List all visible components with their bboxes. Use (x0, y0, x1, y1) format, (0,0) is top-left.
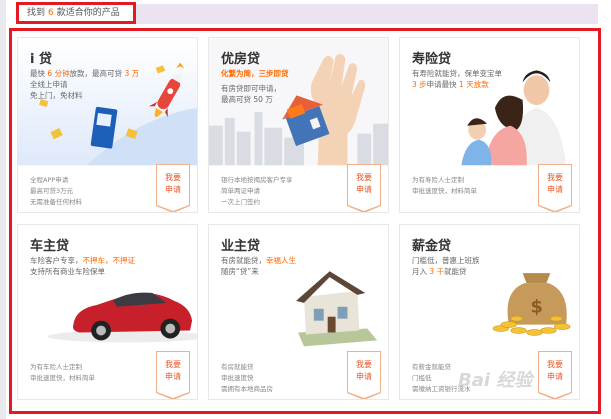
apply-button[interactable]: 我要 申请 (156, 351, 190, 399)
card-title: 优房贷 (221, 52, 261, 67)
svg-text:$: $ (531, 297, 543, 318)
card-features: 银行本地按揭房客户专享 简单两证申请 一次上门签约 (221, 176, 293, 206)
result-prefix: 找到 (27, 8, 46, 18)
card-description: 有寿险就能贷，保单变宝单 3 步申请最快 1 天放款 (412, 69, 502, 89)
card-title: i 贷 (30, 52, 52, 67)
apply-button[interactable]: 我要 申请 (156, 164, 190, 212)
product-card-shouxiandai[interactable]: 寿险贷 有寿险就能贷，保单变宝单 3 步申请最快 1 天放款 为有寿险人士定制审… (399, 37, 580, 213)
card-description: 有房就能贷，幸福人生 随房“贷”来 (221, 256, 296, 276)
card-features: 全程APP申请 最高可贷3万元 无需准备任何材料 (30, 176, 82, 206)
result-count: 6 (48, 8, 54, 18)
product-card-yezhudai[interactable]: 业主贷 有房就能贷，幸福人生 随房“贷”来 有房就能贷 审批速度快 需拥有本地商品房… (208, 224, 389, 400)
card-description: 化繁为简，三步即贷 有房贷即可申请， 最高可贷 50 万 (221, 69, 289, 104)
watermark: Bai 经验 (458, 370, 533, 391)
apply-button[interactable]: 我要 申请 (538, 351, 572, 399)
product-card-idai[interactable]: i 贷 最快 6 分钟放款，最高可贷 3 万 全线上申请 免上门，免材料 全程A… (17, 37, 198, 213)
card-title: 薪金贷 (412, 239, 452, 254)
card-features: 为有车险人士定制 审批速度快，材料简单 (30, 363, 95, 382)
card-features: 为有寿险人士定制 审批速度快，材料简单 (412, 176, 477, 195)
apply-button[interactable]: 我要 申请 (347, 351, 381, 399)
card-description: 门槛低，普惠上班族 月入 3 千就能贷 (412, 256, 480, 276)
card-features: 有房就能贷 审批速度快 需拥有本地商品房 (221, 363, 273, 393)
apply-button[interactable]: 我要 申请 (347, 164, 381, 212)
product-card-youfangdai[interactable]: 优房贷 化繁为简，三步即贷 有房贷即可申请， 最高可贷 50 万 银行本地按揭房… (208, 37, 389, 213)
card-description: 车险客户专享，不押车，不押证 支持所有商业车险保单 (30, 256, 135, 276)
card-title: 业主贷 (221, 239, 261, 254)
card-title: 车主贷 (30, 239, 70, 254)
page-edge (0, 0, 6, 419)
product-card-chezhudai[interactable]: 车主贷 车险客户专享，不押车，不押证 支持所有商业车险保单 为有车险人士定制 审批… (17, 224, 198, 400)
result-count-label: 找到 6 款适合你的产品 (16, 2, 136, 24)
card-description: 最快 6 分钟放款，最高可贷 3 万 全线上申请 免上门，免材料 (30, 69, 140, 100)
card-title: 寿险贷 (412, 52, 452, 67)
apply-button[interactable]: 我要 申请 (538, 164, 572, 212)
result-suffix: 款适合你的产品 (56, 8, 120, 18)
